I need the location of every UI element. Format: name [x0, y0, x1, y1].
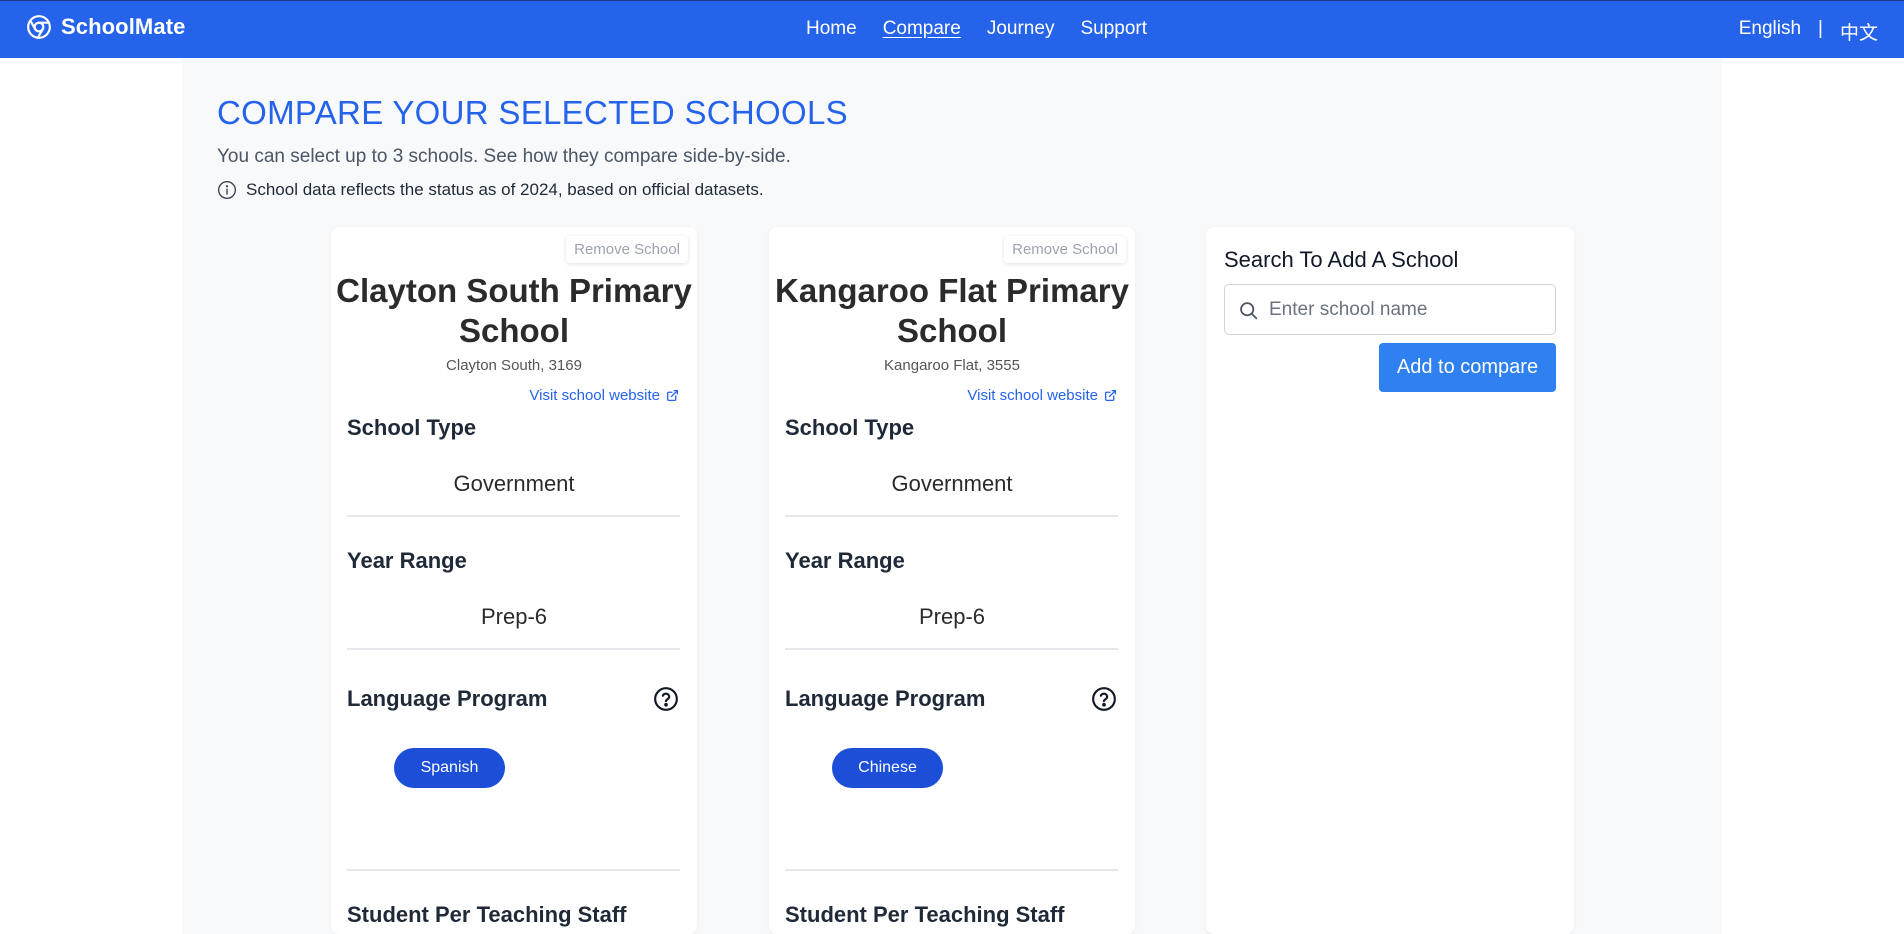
school-location: Clayton South, 3169	[446, 357, 582, 374]
school-type-value: Government	[453, 471, 575, 496]
language-separator: |	[1818, 18, 1823, 39]
school-location: Kangaroo Flat, 3555	[884, 357, 1020, 374]
remove-school-button[interactable]: Remove School	[566, 236, 688, 263]
visit-website-link[interactable]: Visit school website	[529, 387, 679, 404]
page-subtitle: You can select up to 3 schools. See how …	[217, 146, 791, 167]
divider	[785, 515, 1118, 517]
chrome-logo-icon	[27, 15, 51, 39]
language-program-label: Language Program	[785, 686, 986, 711]
nav-link-journey[interactable]: Journey	[987, 18, 1055, 40]
divider	[785, 648, 1118, 650]
year-range-label: Year Range	[347, 548, 467, 573]
year-range-value: Prep-6	[918, 604, 986, 629]
search-box	[1224, 284, 1556, 335]
school-type-label: School Type	[347, 415, 477, 440]
language-chinese[interactable]: 中文	[1840, 18, 1878, 45]
remove-school-button[interactable]: Remove School	[1004, 236, 1126, 263]
page-title: COMPARE YOUR SELECTED SCHOOLS	[217, 94, 848, 131]
search-icon	[1240, 302, 1258, 320]
search-card: Search To Add A School Add to compare	[1206, 227, 1574, 934]
visit-website-label: Visit school website	[529, 387, 660, 404]
top-navbar: SchoolMate Home Compare Journey Support …	[0, 0, 1904, 58]
brand-logo-link[interactable]: SchoolMate	[26, 14, 185, 40]
school-name: Clayton South Primary School	[336, 272, 692, 349]
divider	[785, 869, 1118, 871]
external-link-icon	[666, 389, 679, 402]
language-switcher: English | 中文	[1739, 18, 1878, 45]
divider	[347, 515, 680, 517]
data-note-text: School data reflects the status as of 20…	[246, 180, 764, 199]
visit-website-link[interactable]: Visit school website	[967, 387, 1117, 404]
language-program-label: Language Program	[347, 686, 548, 711]
question-help-icon[interactable]	[1091, 686, 1117, 712]
question-help-icon[interactable]	[653, 686, 679, 712]
student-ratio-label: Student Per Teaching Staff	[785, 902, 1065, 927]
visit-website-label: Visit school website	[967, 387, 1098, 404]
nav-link-home[interactable]: Home	[806, 18, 857, 40]
school-search-input[interactable]	[1269, 286, 1549, 333]
school-type-value: Government	[891, 471, 1013, 496]
school-name: Kangaroo Flat Primary School	[775, 272, 1129, 349]
data-note: School data reflects the status as of 20…	[217, 180, 764, 200]
language-pill: Spanish	[394, 748, 505, 788]
nav-link-compare[interactable]: Compare	[883, 18, 961, 40]
school-card: Remove School Clayton South Primary Scho…	[331, 227, 697, 934]
school-card: Remove School Kangaroo Flat Primary Scho…	[769, 227, 1135, 934]
divider	[347, 869, 680, 871]
info-icon	[218, 181, 236, 199]
school-type-label: School Type	[785, 415, 915, 440]
year-range-value: Prep-6	[480, 604, 548, 629]
student-ratio-label: Student Per Teaching Staff	[347, 902, 627, 927]
divider	[347, 648, 680, 650]
brand-name: SchoolMate	[61, 14, 186, 39]
language-english[interactable]: English	[1739, 18, 1801, 45]
search-title: Search To Add A School	[1224, 247, 1459, 272]
year-range-label: Year Range	[785, 548, 905, 573]
main-nav: Home Compare Journey Support	[806, 18, 1147, 40]
add-to-compare-button[interactable]: Add to compare	[1379, 343, 1556, 392]
external-link-icon	[1104, 389, 1117, 402]
language-pill: Chinese	[832, 748, 943, 788]
nav-link-support[interactable]: Support	[1080, 18, 1147, 40]
